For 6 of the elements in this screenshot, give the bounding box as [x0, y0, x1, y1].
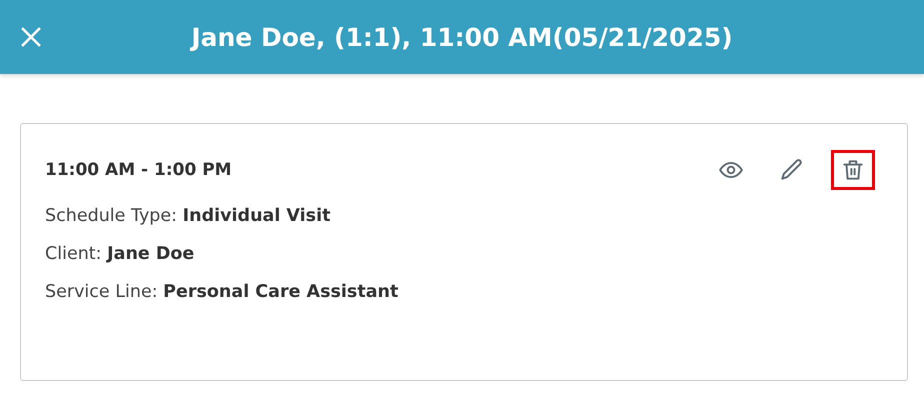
detail-line: Service Line: Personal Care Assistant	[45, 282, 400, 302]
time-range: 11:00 AM - 1:00 PM	[45, 160, 232, 180]
trash-button[interactable]	[831, 150, 875, 190]
detail-line: Client: Jane Doe	[45, 244, 196, 264]
header-title: Jane Doe, (1:1), 11:00 AM(05/21/2025)	[191, 22, 733, 52]
detail-line: Schedule Type: Individual Visit	[45, 206, 332, 226]
